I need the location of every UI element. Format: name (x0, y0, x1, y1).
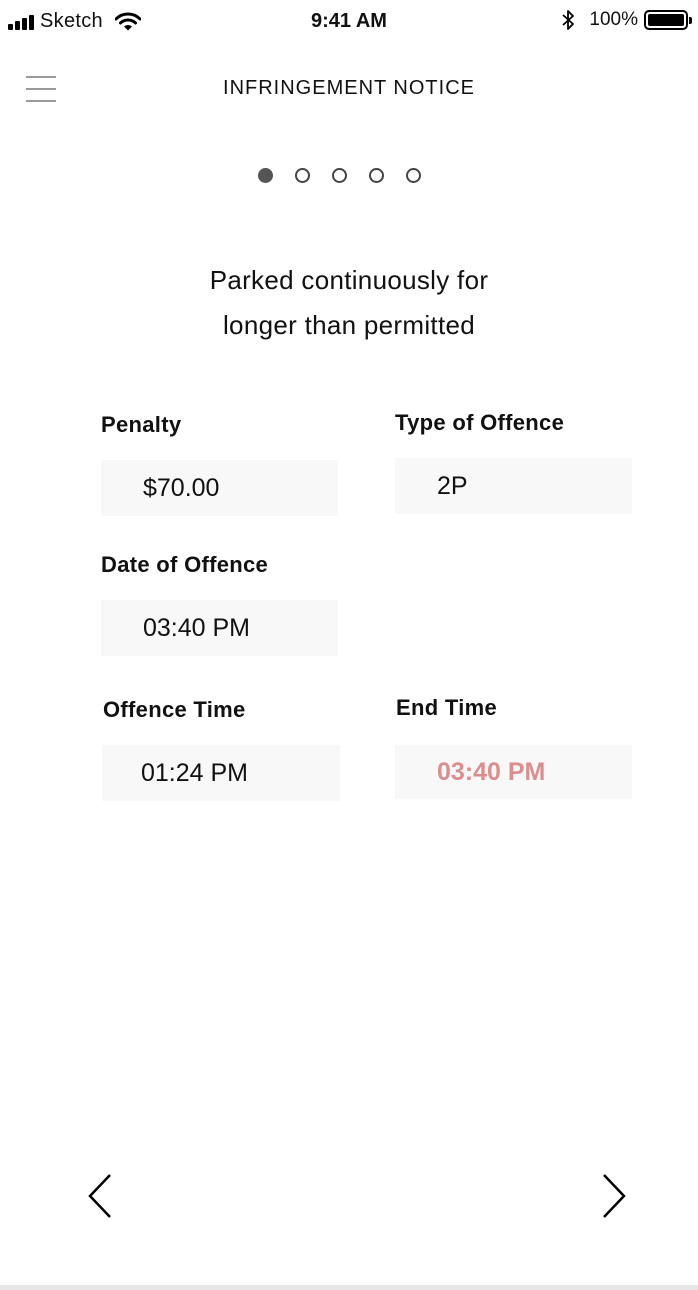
battery-percentage: 100% (589, 9, 638, 30)
date-of-offence-label: Date of Offence (101, 552, 269, 577)
page-indicator (258, 168, 421, 183)
chevron-left-icon[interactable] (86, 1173, 116, 1219)
penalty-field[interactable]: $70.00 (101, 460, 338, 516)
offence-description: Parked continuously for longer than perm… (0, 258, 698, 348)
end-time-field[interactable]: 03:40 PM (395, 745, 632, 799)
end-time-label: End Time (396, 695, 498, 720)
page-dot-3[interactable] (332, 168, 347, 183)
page-dot-1[interactable] (258, 168, 273, 183)
offence-time-label: Offence Time (103, 697, 246, 722)
date-of-offence-field[interactable]: 03:40 PM (101, 600, 338, 656)
page-dot-5[interactable] (406, 168, 421, 183)
page-title: INFRINGEMENT NOTICE (223, 77, 475, 99)
bluetooth-icon (562, 10, 575, 30)
type-of-offence-label: Type of Offence (395, 410, 565, 435)
offence-time-field[interactable]: 01:24 PM (102, 745, 340, 801)
status-bar: Sketch 9:41 AM 100% (0, 0, 698, 42)
page-dot-4[interactable] (369, 168, 384, 183)
offence-description-line-1: Parked continuously for (209, 265, 489, 295)
chevron-right-icon[interactable] (598, 1173, 628, 1219)
type-of-offence-field[interactable]: 2P (395, 458, 632, 514)
bottom-divider (0, 1285, 698, 1290)
penalty-label: Penalty (101, 412, 182, 437)
page-dot-2[interactable] (295, 168, 310, 183)
battery-icon (644, 10, 692, 30)
offence-description-line-2: longer than permitted (222, 310, 475, 340)
status-right: 100% (561, 9, 692, 31)
